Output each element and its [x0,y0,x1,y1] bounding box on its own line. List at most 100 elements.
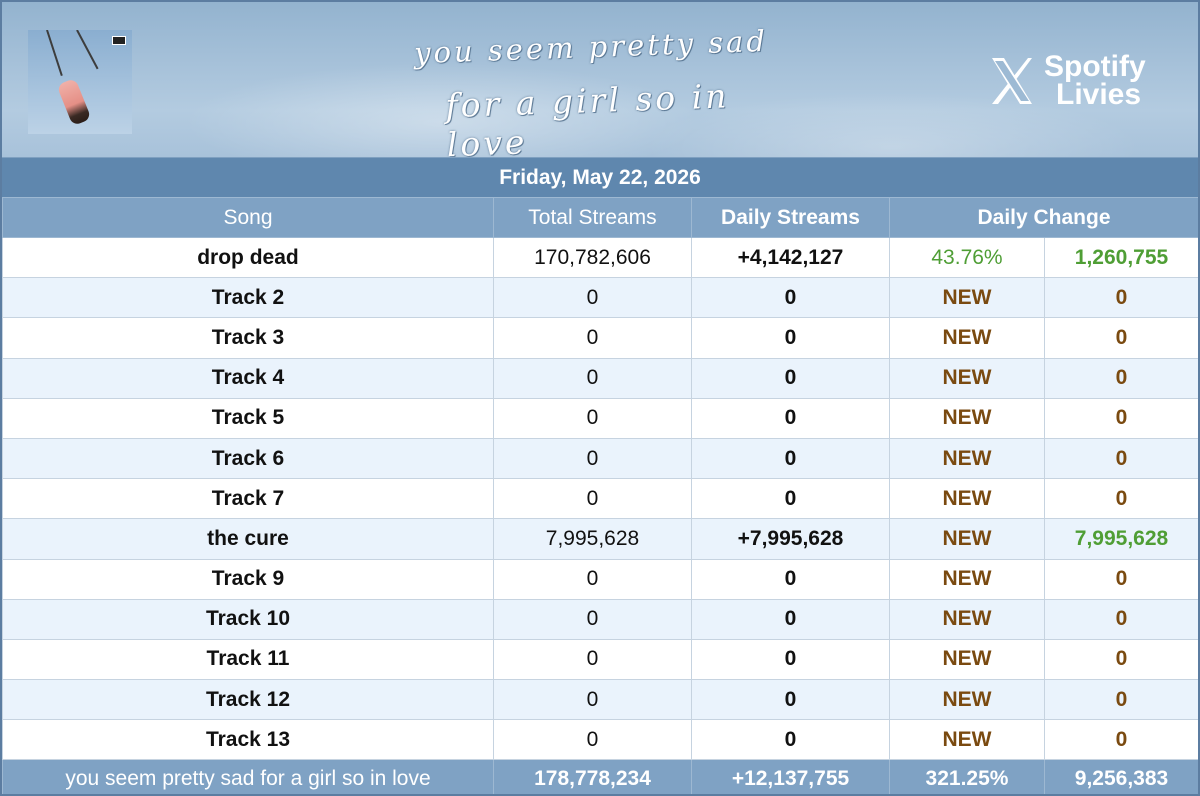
table-row: Track 9 0 0 NEW 0 [2,558,1198,600]
daily-streams-cell: 0 [691,277,890,319]
total-streams-cell: 0 [493,719,692,761]
album-daily-streams: +12,137,755 [691,759,890,794]
song-title: Track 5 [2,397,494,439]
album-daily-change-percent: 321.25% [889,759,1045,794]
daily-change-percent-cell: NEW [889,719,1045,761]
daily-change-percent-cell: NEW [889,598,1045,640]
total-streams-cell: 0 [493,478,692,520]
daily-streams-cell: 0 [691,437,890,480]
daily-change-value-cell: 1,260,755 [1043,236,1198,279]
table-row: Track 7 0 0 NEW 0 [2,478,1198,520]
daily-streams-cell: +4,142,127 [691,236,890,279]
column-header-daily-streams: Daily Streams [691,197,890,238]
song-title: Track 7 [2,478,494,520]
daily-streams-cell: 0 [691,598,890,640]
total-streams-cell: 0 [493,277,692,319]
daily-change-percent-cell: NEW [889,679,1045,721]
song-title: the cure [2,518,494,560]
album-cover [28,30,132,134]
daily-change-value-cell: 0 [1043,598,1198,640]
daily-change-value-cell: 0 [1043,357,1198,399]
daily-change-value-cell: 0 [1043,437,1198,480]
total-streams-cell: 0 [493,397,692,439]
daily-streams-cell: 0 [691,317,890,359]
daily-change-value-cell: 0 [1043,679,1198,721]
album-name: you seem pretty sad for a girl so in lov… [2,759,494,794]
total-streams-cell: 170,782,606 [493,236,692,279]
song-title: Track 12 [2,679,494,721]
daily-change-percent-cell: NEW [889,638,1045,681]
table-row: Track 4 0 0 NEW 0 [2,357,1198,399]
table-row: Track 11 0 0 NEW 0 [2,638,1198,681]
total-streams-cell: 0 [493,357,692,399]
song-title: Track 6 [2,437,494,480]
daily-change-percent-cell: NEW [889,518,1045,560]
daily-change-percent-cell: NEW [889,277,1045,319]
album-title-script: you seem pretty sad for a girl so in lov… [362,22,802,157]
daily-change-percent-cell: 43.76% [889,236,1045,279]
table-row: Track 3 0 0 NEW 0 [2,317,1198,359]
daily-streams-cell: 0 [691,638,890,681]
total-streams-cell: 0 [493,558,692,600]
daily-change-percent-cell: NEW [889,478,1045,520]
total-streams-cell: 0 [493,317,692,359]
swinging-figure [56,77,92,127]
song-title: Track 13 [2,719,494,761]
report-date: Friday, May 22, 2026 [2,157,1198,197]
daily-change-value-cell: 0 [1043,317,1198,359]
daily-streams-cell: 0 [691,558,890,600]
daily-change-value-cell: 0 [1043,719,1198,761]
table-row: Track 10 0 0 NEW 0 [2,598,1198,640]
table-header-row: Song Total Streams Daily Streams Daily C… [2,197,1198,238]
x-logo-icon [992,58,1032,104]
total-streams-cell: 0 [493,437,692,480]
album-banner: you seem pretty sad for a girl so in lov… [2,2,1198,157]
daily-change-value-cell: 0 [1043,277,1198,319]
daily-change-value-cell: 0 [1043,638,1198,681]
song-title: Track 9 [2,558,494,600]
daily-streams-cell: 0 [691,397,890,439]
album-title-line-1: you seem pretty sad [413,23,769,71]
daily-change-percent-cell: NEW [889,558,1045,600]
table-row: Track 2 0 0 NEW 0 [2,277,1198,319]
swing-rope [76,30,99,70]
daily-change-value-cell: 0 [1043,478,1198,520]
table-row: drop dead 170,782,606 +4,142,127 43.76% 1,26… [2,236,1198,279]
song-title: drop dead [2,236,494,279]
daily-streams-cell: 0 [691,478,890,520]
stats-card: you seem pretty sad for a girl so in lov… [0,0,1200,796]
brand-name-line-2: Livies [1056,78,1142,111]
daily-change-value-cell: 0 [1043,558,1198,600]
table-row: Track 6 0 0 NEW 0 [2,437,1198,480]
streams-table: Song Total Streams Daily Streams Daily C… [2,197,1198,794]
song-title: Track 2 [2,277,494,319]
totals-row: you seem pretty sad for a girl so in lov… [2,759,1198,794]
total-streams-cell: 0 [493,679,692,721]
daily-streams-cell: +7,995,628 [691,518,890,560]
column-header-daily-change: Daily Change [888,197,1198,238]
daily-change-value-cell: 0 [1043,397,1198,439]
daily-change-percent-cell: NEW [889,357,1045,399]
parental-advisory-label [112,36,126,45]
daily-change-value-cell: 7,995,628 [1043,518,1198,560]
brand-logo: Spotify Livies [990,50,1180,112]
daily-change-percent-cell: NEW [889,437,1045,480]
table-row: the cure 7,995,628 +7,995,628 NEW 7,995,628 [2,518,1198,560]
song-title: Track 10 [2,598,494,640]
total-streams-cell: 7,995,628 [493,518,692,560]
column-header-song: Song [2,197,494,238]
daily-streams-cell: 0 [691,679,890,721]
album-daily-change-value: 9,256,383 [1043,759,1198,794]
album-total-streams: 178,778,234 [493,759,692,794]
daily-streams-cell: 0 [691,357,890,399]
daily-change-percent-cell: NEW [889,317,1045,359]
album-title-line-2: for a girl so in love [444,76,731,157]
table-row: Track 12 0 0 NEW 0 [2,679,1198,721]
column-header-total-streams: Total Streams [493,197,692,238]
total-streams-cell: 0 [493,638,692,681]
daily-streams-cell: 0 [691,719,890,761]
table-row: Track 13 0 0 NEW 0 [2,719,1198,761]
song-title: Track 3 [2,317,494,359]
song-title: Track 11 [2,638,494,681]
table-row: Track 5 0 0 NEW 0 [2,397,1198,439]
